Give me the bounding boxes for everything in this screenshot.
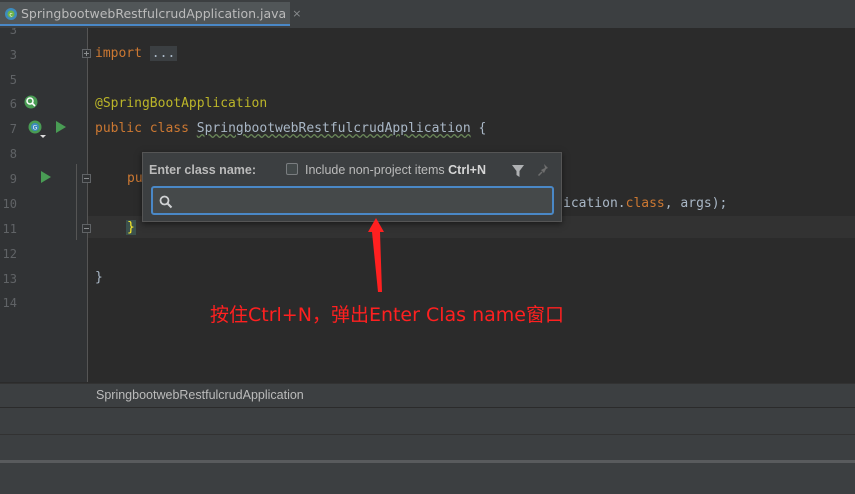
code-line-outer-brace: } (95, 270, 103, 285)
run-class-icon[interactable] (55, 119, 67, 138)
line-number: 11 (2, 222, 17, 236)
line-number: 12 (2, 247, 17, 261)
code-line-method-partial: pu (127, 171, 143, 186)
filter-icon[interactable] (511, 163, 525, 177)
include-non-project-label[interactable]: Include non-project items Ctrl+N (305, 163, 486, 177)
goto-class-popup: Enter class name: Include non-project it… (142, 152, 562, 222)
annotation-arrow-icon (368, 218, 384, 292)
code-text: , args); (664, 196, 728, 211)
fold-guide (76, 164, 77, 240)
keyword: pu (127, 171, 143, 186)
code-text: ication. (563, 196, 626, 211)
tool-panel (0, 407, 855, 435)
fold-expand-icon[interactable] (82, 49, 91, 58)
brace: { (470, 121, 487, 136)
keyword: class (149, 121, 189, 136)
shortcut-hint: Ctrl+N (448, 163, 486, 177)
search-icon (159, 194, 173, 209)
svg-text:G: G (33, 125, 38, 132)
bottom-panel (0, 463, 855, 494)
code-line-import: import ... (95, 46, 178, 61)
line-number: 8 (9, 147, 17, 161)
line-number: 6 (9, 97, 17, 111)
tab-label: SpringbootwebRestfulcrudApplication.java (21, 5, 287, 21)
popup-title: Enter class name: (149, 163, 256, 177)
line-number: 3 (9, 28, 17, 37)
breadcrumb-class[interactable]: SpringbootwebRestfulcrudApplication (96, 388, 304, 402)
keyword: public (95, 121, 142, 136)
keyword: class (625, 196, 665, 211)
folded-imports[interactable]: ... (149, 46, 178, 61)
annotation-text: 按住Ctrl+N，弹出Enter Clas name窗口 (210, 304, 564, 326)
code-line-class-decl: public class SpringbootwebRestfulcrudApp… (95, 121, 486, 136)
spring-class-icon: c (4, 6, 18, 20)
code-line-inner-brace: } (126, 220, 136, 235)
code-line-annotation: @SpringBootApplication (95, 96, 268, 111)
include-non-project-checkbox[interactable] (286, 163, 298, 175)
svg-text:c: c (9, 12, 12, 19)
fold-collapse-icon[interactable] (82, 174, 91, 183)
fold-collapse-icon[interactable] (82, 224, 91, 233)
run-main-icon[interactable] (40, 169, 52, 188)
line-number: 14 (2, 296, 17, 310)
pin-icon[interactable] (537, 162, 551, 177)
line-number: 10 (2, 197, 17, 211)
breadcrumb-bar: SpringbootwebRestfulcrudApplication (0, 383, 855, 408)
spring-bean-icon[interactable] (23, 94, 39, 114)
class-name-search-input[interactable] (151, 186, 554, 215)
code-line-run-tail: ication.class, args); (563, 196, 727, 211)
spring-config-icon[interactable]: G (26, 118, 50, 144)
include-label-text: Include non-project items (305, 163, 445, 177)
keyword: import (95, 46, 142, 61)
line-number: 3 (9, 48, 17, 62)
line-number: 13 (2, 272, 17, 286)
editor-tab-bar: c SpringbootwebRestfulcrudApplication.ja… (0, 0, 855, 29)
line-number: 9 (9, 172, 17, 186)
tool-panel-secondary (0, 434, 855, 461)
tab-springboot-application[interactable]: c SpringbootwebRestfulcrudApplication.ja… (0, 2, 301, 26)
line-number: 7 (9, 122, 17, 136)
line-number: 5 (9, 73, 17, 87)
class-name: SpringbootwebRestfulcrudApplication (196, 121, 471, 136)
close-icon[interactable]: × (292, 7, 301, 20)
